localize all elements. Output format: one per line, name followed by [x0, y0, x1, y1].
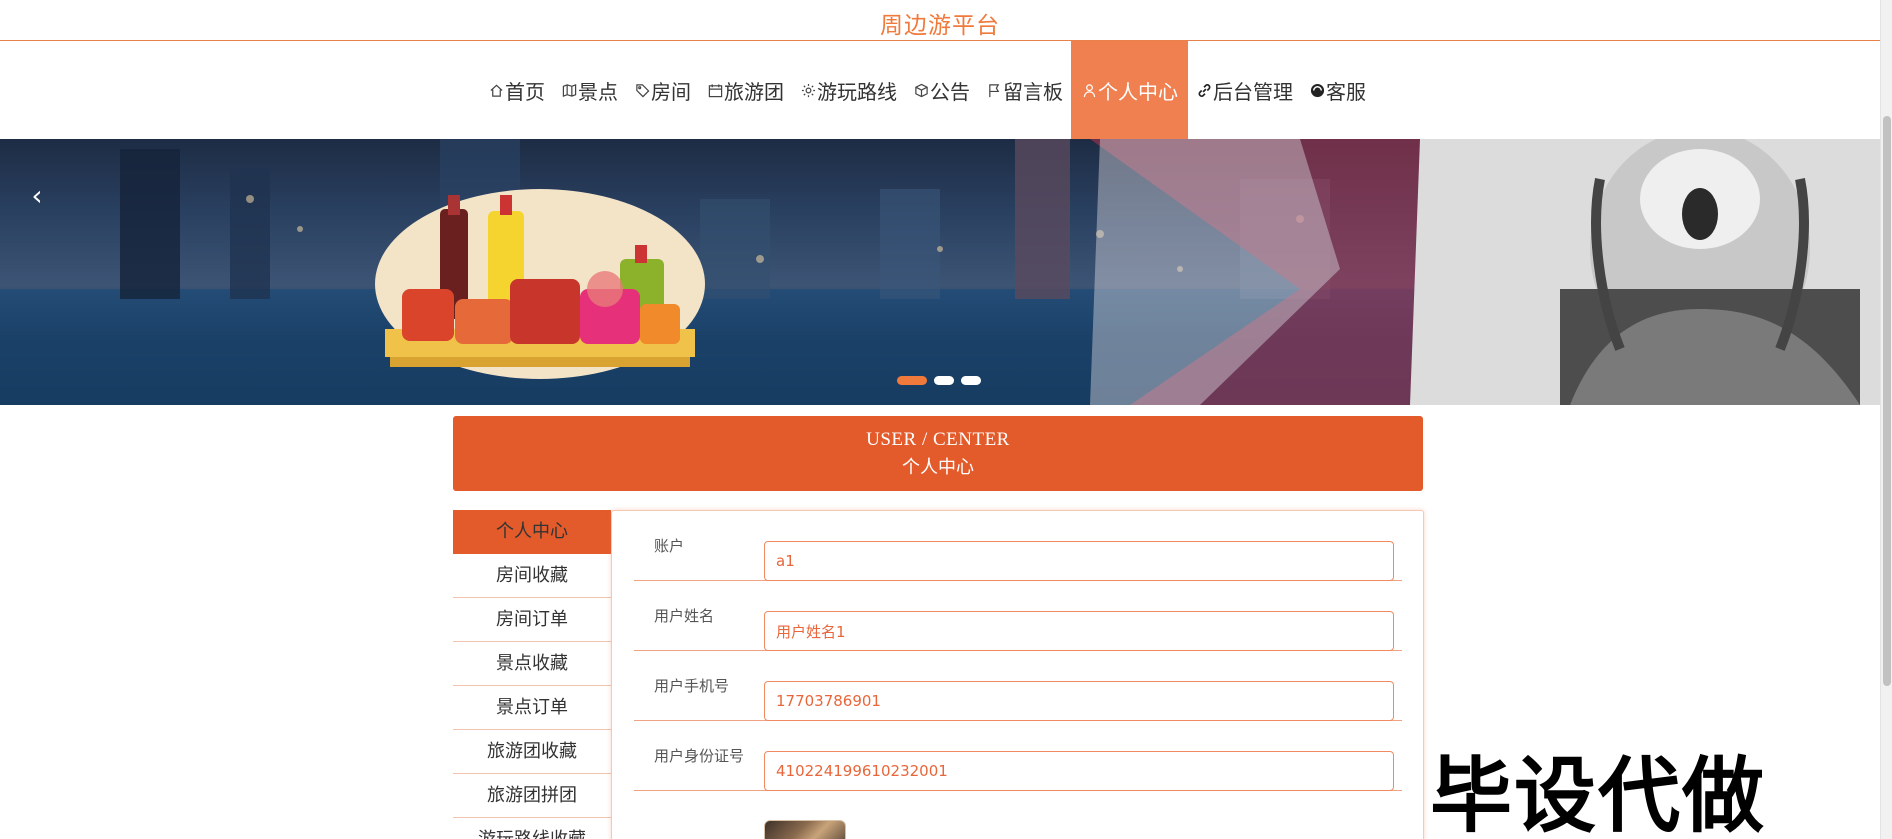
side-menu-item-attraction-favorites[interactable]: 景点收藏	[453, 642, 611, 686]
user-center-title-cn: 个人中心	[902, 457, 974, 477]
nav-item-user-center[interactable]: 个人中心	[1071, 41, 1188, 139]
user-center-title-en: USER / CENTER	[866, 429, 1010, 450]
chat-icon	[1309, 82, 1325, 98]
user-icon	[1081, 82, 1097, 98]
map-icon	[561, 82, 577, 98]
profile-form: 账户 用户姓名 用户手机号 用户身份证号	[611, 510, 1424, 839]
form-row-phone: 用户手机号	[634, 651, 1402, 721]
nav-item-attractions[interactable]: 景点	[553, 41, 626, 139]
nav-item-routes[interactable]: 游玩路线	[792, 41, 905, 139]
nav-item-label: 个人中心	[1098, 79, 1178, 104]
side-menu: 个人中心 房间收藏 房间订单 景点收藏 景点订单 旅游团收藏 旅游团拼团 游玩路…	[453, 510, 611, 839]
nav-item-service[interactable]: 客服	[1301, 41, 1374, 139]
carousel-dot-3[interactable]	[961, 376, 981, 385]
watermark-text: 毕设代做	[1430, 749, 1767, 839]
side-menu-item-tour-group-join[interactable]: 旅游团拼团	[453, 774, 611, 818]
nav-item-notices[interactable]: 公告	[905, 41, 978, 139]
nav-item-label: 客服	[1326, 79, 1366, 104]
form-row-account: 账户	[634, 511, 1402, 581]
name-label: 用户姓名	[654, 607, 715, 625]
side-menu-item-room-favorites[interactable]: 房间收藏	[453, 554, 611, 598]
page: 周边游平台 首页 景点 房间 旅游团 游玩路线 公告 留言板 个人中心 后台管理…	[0, 0, 1892, 839]
carousel-dots	[897, 376, 981, 385]
home-icon	[488, 82, 504, 98]
id-number-input[interactable]	[764, 751, 1394, 791]
nav-item-label: 景点	[578, 79, 618, 104]
nav-item-label: 首页	[505, 79, 545, 104]
account-label: 账户	[654, 537, 685, 555]
side-menu-item-attraction-orders[interactable]: 景点订单	[453, 686, 611, 730]
gear-icon	[800, 82, 816, 98]
carousel-prev-button[interactable]: ‹	[22, 175, 52, 215]
nav-item-tour-groups[interactable]: 旅游团	[699, 41, 792, 139]
id-number-label: 用户身份证号	[654, 747, 745, 765]
tag-icon	[634, 82, 650, 98]
side-menu-item-route-favorites[interactable]: 游玩路线收藏	[453, 818, 611, 839]
nav-item-rooms[interactable]: 房间	[626, 41, 699, 139]
site-title[interactable]: 周边游平台	[880, 6, 1000, 40]
title-bar: 周边游平台	[0, 0, 1880, 41]
scrollbar-thumb[interactable]	[1883, 116, 1891, 686]
nav-item-label: 旅游团	[724, 79, 784, 104]
nav-items: 首页 景点 房间 旅游团 游玩路线 公告 留言板 个人中心 后台管理 客服	[480, 41, 1374, 139]
form-row-id-number: 用户身份证号	[634, 721, 1402, 791]
calendar-icon	[707, 82, 723, 98]
account-input[interactable]	[764, 541, 1394, 581]
page-scrollbar[interactable]	[1880, 0, 1892, 839]
name-input[interactable]	[764, 611, 1394, 651]
side-menu-item-room-orders[interactable]: 房间订单	[453, 598, 611, 642]
phone-label: 用户手机号	[654, 677, 730, 695]
nav-item-label: 游玩路线	[817, 79, 897, 104]
cube-icon	[913, 82, 929, 98]
nav-item-label: 留言板	[1003, 79, 1063, 104]
banner-image	[0, 139, 1880, 405]
nav-item-label: 公告	[930, 79, 970, 104]
nav-item-label: 后台管理	[1213, 79, 1293, 104]
side-menu-item-profile[interactable]: 个人中心	[453, 510, 611, 554]
user-center-header: USER / CENTER 个人中心	[453, 416, 1423, 491]
side-menu-item-tour-group-favorites[interactable]: 旅游团收藏	[453, 730, 611, 774]
link-icon	[1196, 82, 1212, 98]
flag-icon	[986, 82, 1002, 98]
nav-item-messages[interactable]: 留言板	[978, 41, 1071, 139]
phone-input[interactable]	[764, 681, 1394, 721]
banner-carousel[interactable]: ‹	[0, 139, 1880, 405]
main-nav: 首页 景点 房间 旅游团 游玩路线 公告 留言板 个人中心 后台管理 客服	[0, 41, 1880, 139]
carousel-dot-2[interactable]	[934, 376, 954, 385]
carousel-dot-1[interactable]	[897, 376, 927, 385]
nav-item-admin[interactable]: 后台管理	[1188, 41, 1301, 139]
nav-item-label: 房间	[651, 79, 691, 104]
avatar[interactable]	[764, 820, 846, 839]
form-row-name: 用户姓名	[634, 581, 1402, 651]
nav-item-home[interactable]: 首页	[480, 41, 553, 139]
